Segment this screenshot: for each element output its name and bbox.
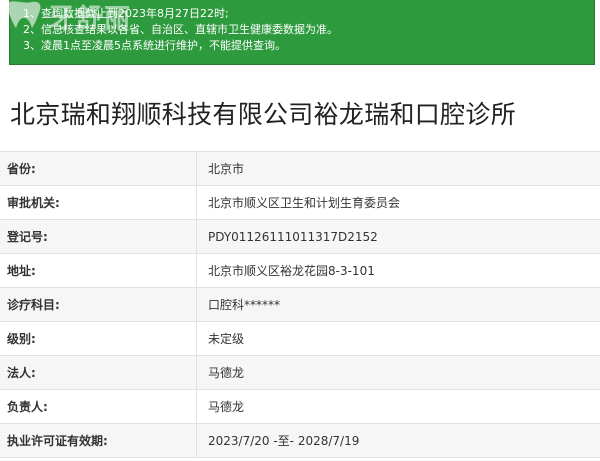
notice-line-1: 1、查询数据截止到2023年8月27日22时; <box>23 7 229 20</box>
row-value: 2023/7/20 -至- 2028/7/19 <box>208 434 360 448</box>
row-value: 口腔科****** <box>208 298 281 312</box>
table-row: 负责人: 马德龙 <box>0 390 600 424</box>
notice-line-2: 2、信息核查结果以各省、自治区、直辖市卫生健康委数据为准。 <box>23 23 338 36</box>
table-row: 执业许可证有效期: 2023/7/20 -至- 2028/7/19 <box>0 424 600 458</box>
table-row: 登记号: PDY01126111011317D2152 <box>0 220 600 254</box>
page-title: 北京瑞和翔顺科技有限公司裕龙瑞和口腔诊所 <box>10 100 517 129</box>
table-row: 级别: 未定级 <box>0 322 600 356</box>
table-row: 审批机关: 北京市顺义区卫生和计划生育委员会 <box>0 186 600 220</box>
table-row: 诊疗科目: 口腔科****** <box>0 288 600 322</box>
row-value: 北京市顺义区裕龙花园8-3-101 <box>208 264 375 278</box>
row-value: 马德龙 <box>208 400 245 414</box>
row-label: 登记号: <box>0 220 197 253</box>
row-value: 马德龙 <box>208 366 245 380</box>
row-value: 北京市顺义区卫生和计划生育委员会 <box>208 196 401 210</box>
row-value: PDY01126111011317D2152 <box>208 229 378 244</box>
row-label: 负责人: <box>0 390 197 423</box>
notice-line-3: 3、凌晨1点至凌晨5点系统进行维护，不能提供查询。 <box>23 39 286 52</box>
row-value: 北京市 <box>208 162 245 176</box>
row-label: 执业许可证有效期: <box>0 424 197 457</box>
row-label: 审批机关: <box>0 186 197 219</box>
row-value: 未定级 <box>208 332 245 346</box>
row-label: 地址: <box>0 254 197 287</box>
row-label: 级别: <box>0 322 197 355</box>
table-row: 省份: 北京市 <box>0 152 600 186</box>
row-label: 省份: <box>0 152 197 185</box>
notice-banner: 1、查询数据截止到2023年8月27日22时; 2、信息核查结果以各省、自治区、… <box>9 0 595 65</box>
table-row: 地址: 北京市顺义区裕龙花园8-3-101 <box>0 254 600 288</box>
row-label: 诊疗科目: <box>0 288 197 321</box>
row-label: 法人: <box>0 356 197 389</box>
table-row: 法人: 马德龙 <box>0 356 600 390</box>
details-table: 省份: 北京市 审批机关: 北京市顺义区卫生和计划生育委员会 登记号: PDY0… <box>0 151 600 458</box>
